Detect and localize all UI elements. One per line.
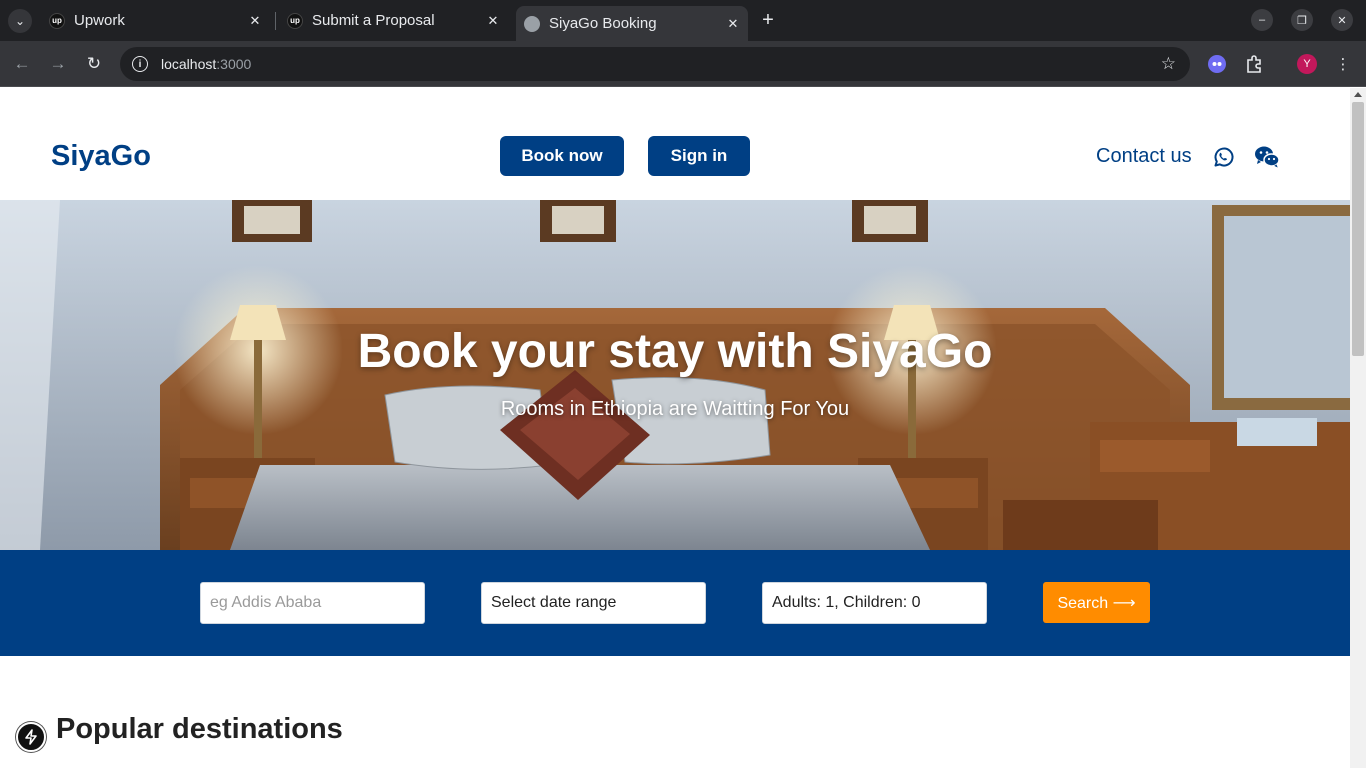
book-now-button[interactable]: Book now	[500, 136, 624, 176]
site-info-icon[interactable]: i	[132, 56, 148, 72]
new-tab-button[interactable]: +	[756, 9, 780, 33]
close-icon[interactable]: ✕	[246, 13, 264, 29]
close-icon[interactable]: ✕	[484, 13, 502, 29]
hero-subtitle: Rooms in Ethiopia are Waitting For You	[500, 398, 850, 420]
scroll-thumb[interactable]	[1352, 102, 1364, 356]
sign-in-button[interactable]: Sign in	[648, 136, 750, 176]
window-close-button[interactable]: ✕	[1331, 9, 1353, 31]
page-scrollbar[interactable]	[1350, 88, 1366, 768]
tab-siyago-booking[interactable]: SiyaGo Booking ✕	[516, 6, 748, 41]
chevron-down-icon: ⌄	[14, 14, 26, 28]
search-bar: Select date range Adults: 1, Children: 0…	[0, 550, 1350, 656]
scroll-up-arrow[interactable]	[1354, 92, 1362, 97]
browser-toolbar: ← → ↻ i localhost:3000 ☆ Y ⋮	[0, 41, 1366, 87]
extensions-puzzle-icon[interactable]	[1243, 53, 1265, 75]
hero-banner: Book your stay with SiyaGo Rooms in Ethi…	[0, 200, 1350, 550]
tab-submit-proposal[interactable]: up Submit a Proposal ✕	[278, 0, 510, 41]
back-button[interactable]: ←	[11, 53, 33, 75]
date-range-field[interactable]: Select date range	[481, 582, 706, 624]
hero-title: Book your stay with SiyaGo	[357, 325, 993, 378]
address-port: :3000	[216, 56, 252, 72]
tab-title: Submit a Proposal	[312, 12, 435, 29]
guests-field[interactable]: Adults: 1, Children: 0	[762, 582, 987, 624]
address-bar[interactable]: i localhost:3000 ☆	[120, 47, 1190, 81]
tab-search-button[interactable]: ⌄	[8, 9, 32, 33]
tab-title: Upwork	[74, 12, 125, 29]
popular-destinations-heading: Popular destinations	[56, 713, 343, 745]
site-header: SiyaGo Book now Sign in Contact us	[0, 88, 1350, 200]
tab-separator	[275, 12, 276, 30]
tab-title: SiyaGo Booking	[549, 15, 657, 32]
bookmark-star-icon[interactable]: ☆	[1161, 54, 1176, 74]
tab-upwork[interactable]: up Upwork ✕	[40, 0, 272, 41]
search-button[interactable]: Search ⟶	[1043, 582, 1150, 623]
minimize-button[interactable]: –	[1251, 9, 1273, 31]
forward-button[interactable]: →	[47, 53, 69, 75]
destination-input[interactable]	[200, 582, 425, 624]
browser-tabstrip: ⌄ up Upwork ✕ up Submit a Proposal ✕ Siy…	[0, 0, 1366, 41]
reload-button[interactable]: ↻	[83, 53, 105, 75]
address-host: localhost	[161, 56, 217, 72]
profile-avatar[interactable]: Y	[1297, 54, 1317, 74]
globe-icon	[524, 15, 540, 32]
wechat-icon[interactable]	[1254, 145, 1280, 169]
lightning-icon[interactable]	[16, 722, 46, 752]
upwork-icon: up	[49, 12, 65, 29]
extension-icon[interactable]	[1208, 55, 1226, 73]
contact-us-link[interactable]: Contact us	[1096, 145, 1192, 168]
page-content: SiyaGo Book now Sign in Contact us Book …	[0, 88, 1350, 768]
upwork-icon: up	[287, 12, 303, 29]
restore-button[interactable]: ❐	[1291, 9, 1313, 31]
whatsapp-icon[interactable]	[1211, 145, 1235, 169]
menu-kebab-icon[interactable]: ⋮	[1332, 53, 1354, 75]
site-logo[interactable]: SiyaGo	[51, 140, 151, 173]
close-icon[interactable]: ✕	[724, 16, 742, 32]
